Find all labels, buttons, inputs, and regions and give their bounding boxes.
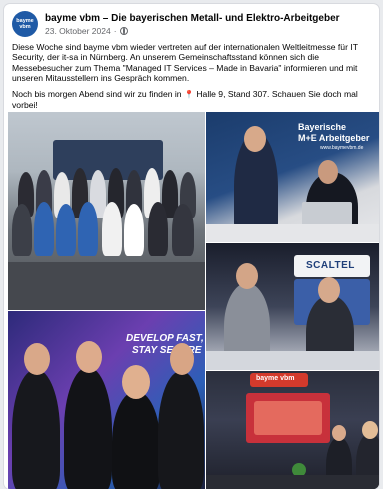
location-pin-icon: 📍 — [183, 89, 194, 99]
person-head — [318, 160, 338, 184]
post-meta: 23. Oktober 2024 · — [45, 26, 128, 36]
person-head — [332, 425, 346, 441]
person — [124, 204, 144, 256]
globe-icon — [119, 27, 128, 35]
facebook-post-card: bayme vbm bayme vbm – Die bayerischen Me… — [4, 4, 379, 489]
page-name-link[interactable]: bayme vbm – Die bayerischen Metall- und … — [45, 13, 340, 24]
table — [206, 224, 379, 242]
screen-line-1: DEVELOP FAST, — [126, 333, 204, 344]
person — [112, 391, 160, 489]
person — [56, 204, 76, 256]
photo-grid: Bayerische M+E Arbeitgeber www.baymevbm.… — [8, 112, 379, 489]
person-head — [76, 341, 102, 373]
person-head — [362, 421, 378, 439]
post-date[interactable]: 23. Oktober 2024 — [45, 26, 111, 36]
person — [148, 202, 168, 256]
photo-scaltel-booth[interactable]: SCALTEL — [206, 243, 379, 370]
scaltel-sign: SCALTEL — [306, 260, 355, 271]
person — [12, 204, 32, 256]
person — [172, 204, 194, 256]
sign-url: www.baymevbm.de — [320, 145, 364, 151]
meta-separator: · — [113, 26, 117, 36]
person-head — [244, 126, 266, 152]
person-head — [236, 263, 258, 289]
photo-bayme-booth[interactable]: bayme vbm — [206, 371, 379, 489]
booth-screen-content — [254, 401, 322, 435]
sign-line-2: M+E Arbeitgeber — [298, 133, 370, 143]
person — [102, 202, 122, 256]
post-header: bayme vbm bayme vbm – Die bayerischen Me… — [12, 11, 371, 39]
person — [78, 202, 98, 256]
booth-sign: bayme vbm — [256, 375, 295, 382]
person-head — [170, 343, 194, 375]
post-text: Diese Woche sind bayme vbm wieder vertre… — [12, 42, 374, 115]
post-paragraph-1: Diese Woche sind bayme vbm wieder vertre… — [12, 42, 358, 84]
person — [34, 202, 54, 256]
person-head — [318, 277, 340, 303]
paragraph-2-start: Noch bis morgen Abend sind wir zu finden… — [12, 88, 184, 99]
person — [64, 367, 112, 489]
avatar[interactable]: bayme vbm — [12, 11, 38, 37]
photo-booth-laptop[interactable]: Bayerische M+E Arbeitgeber www.baymevbm.… — [206, 112, 379, 242]
sign-line-1: Bayerische — [298, 122, 347, 132]
counter — [206, 351, 379, 370]
photo-develop-fast[interactable]: DEVELOP FAST, STAY SECURE — [8, 311, 205, 489]
person — [12, 369, 60, 489]
person — [158, 371, 204, 489]
person-head — [122, 365, 150, 399]
photo-group[interactable] — [8, 112, 205, 310]
person-head — [24, 343, 50, 375]
counter — [206, 475, 379, 489]
avatar-text-line2: vbm — [19, 24, 31, 30]
post-paragraph-2: Noch bis morgen Abend sind wir zu finden… — [12, 89, 374, 111]
floor — [8, 262, 205, 310]
